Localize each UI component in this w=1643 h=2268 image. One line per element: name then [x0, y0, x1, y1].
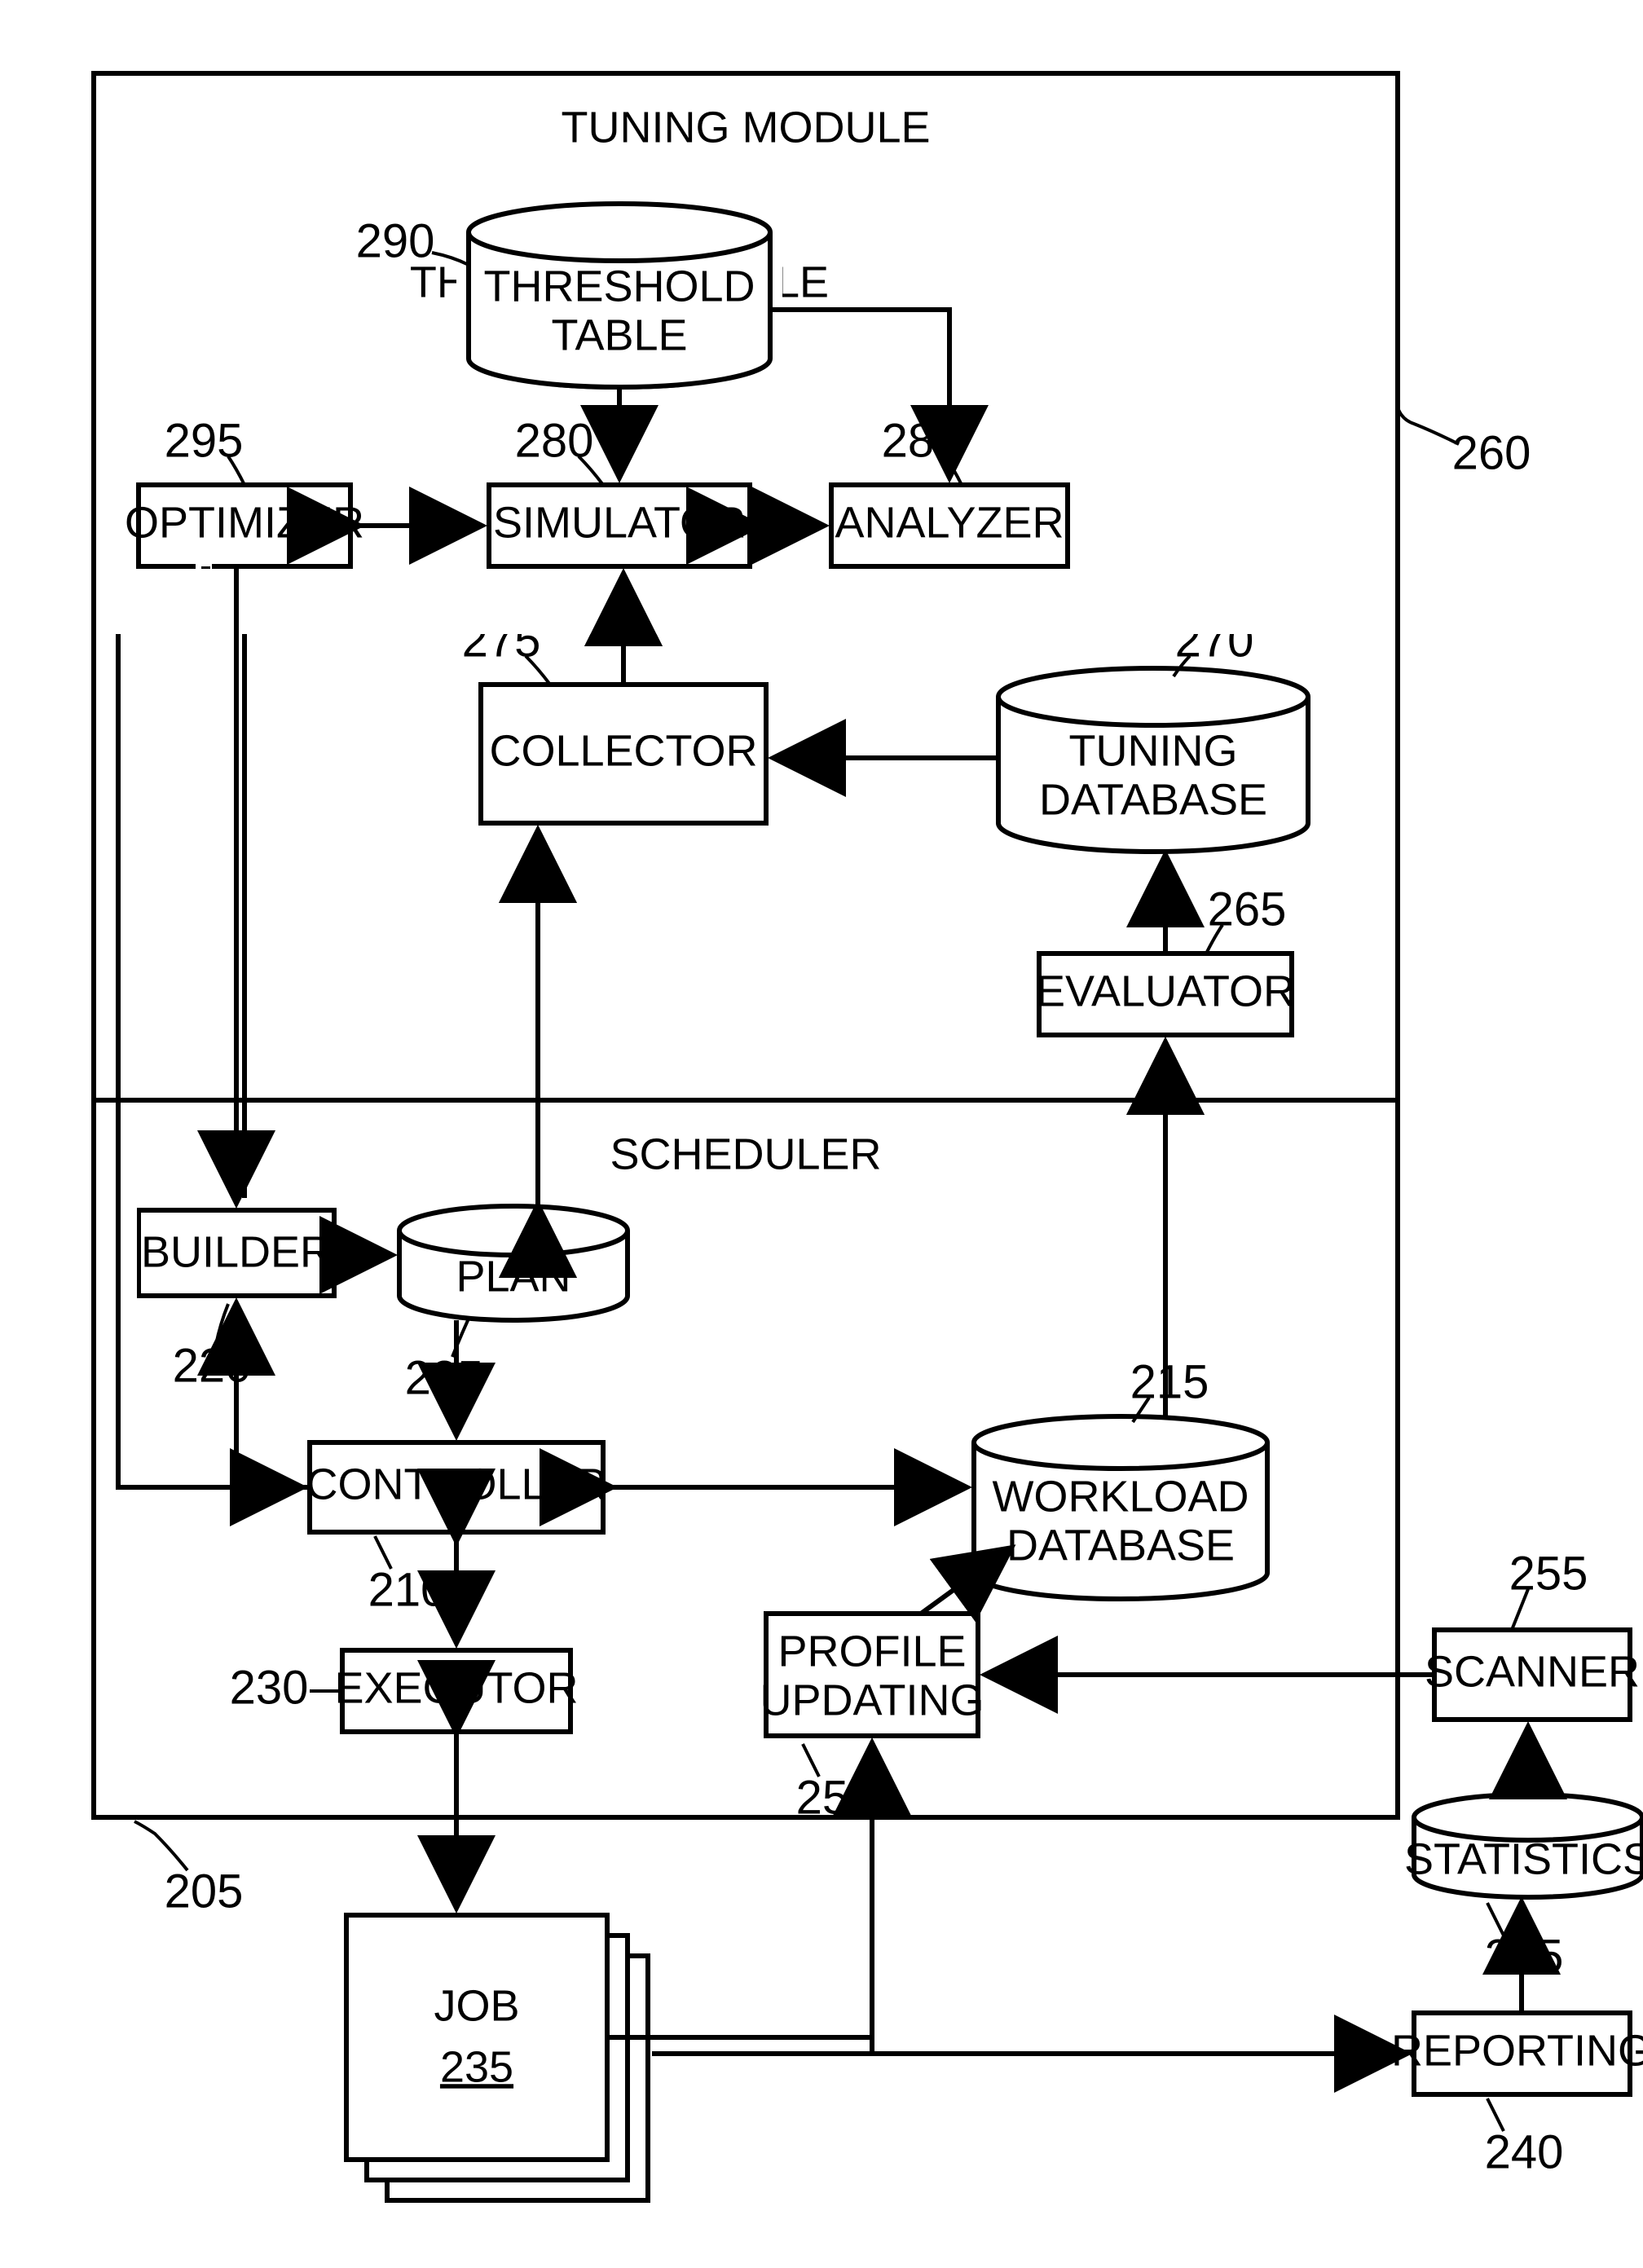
reporting-ref: 240: [1485, 2125, 1564, 2178]
svg-text:BUILDER: BUILDER: [141, 1227, 332, 1276]
svg-text:215: 215: [1130, 1355, 1209, 1408]
threshold-table-cylinder: THRESHOLD TABLE: [456, 200, 782, 387]
diagram-root: TUNING MODULE SCHEDULER THRESHOLD TABLE …: [0, 0, 1643, 2268]
simulator-label: SIMULATOR: [493, 498, 746, 547]
tuning-title: TUNING MODULE: [561, 103, 930, 152]
svg-text:SCHEDULER: SCHEDULER: [610, 1130, 881, 1178]
threshold-label-2: TABLE: [551, 310, 687, 359]
svg-text:CONTROLLER: CONTROLLER: [306, 1460, 606, 1508]
analyzer-label: ANALYZER: [835, 498, 1064, 547]
svg-text:EXECUTOR: EXECUTOR: [334, 1663, 578, 1712]
job-ref: 235: [440, 2042, 513, 2091]
tuning-ref: 260: [1452, 426, 1531, 479]
reporting-label: REPORTING: [1391, 2026, 1643, 2075]
svg-text:PROFILE: PROFILE: [777, 1627, 966, 1676]
threshold-ref: 290: [356, 214, 435, 267]
svg-text:225: 225: [405, 1351, 484, 1404]
svg-text:DATABASE: DATABASE: [1007, 1521, 1235, 1570]
svg-text:COLLECTOR: COLLECTOR: [489, 726, 757, 775]
svg-text:EVALUATOR: EVALUATOR: [1036, 967, 1295, 1015]
statistics-label: STATISTICS: [1404, 1834, 1643, 1883]
svg-text:230: 230: [230, 1661, 309, 1714]
svg-text:PLAN: PLAN: [456, 1252, 570, 1301]
svg-text:TUNING: TUNING: [1069, 726, 1238, 775]
threshold-label-1: THRESHOLD: [483, 262, 755, 310]
svg-text:UPDATING: UPDATING: [760, 1676, 984, 1724]
svg-text:WORKLOAD: WORKLOAD: [992, 1472, 1249, 1521]
scanner-label: SCANNER: [1425, 1647, 1640, 1696]
job-stack: JOB 235: [346, 1915, 648, 2200]
job-label: JOB: [434, 1981, 519, 2030]
scanner-ref: 255: [1509, 1547, 1588, 1600]
scheduler-ref: 205: [165, 1865, 244, 1918]
svg-text:210: 210: [368, 1563, 447, 1616]
statistics-cylinder: STATISTICS: [1404, 1795, 1643, 1897]
optimizer-label: OPTIMIZER: [125, 498, 364, 547]
svg-text:220: 220: [173, 1339, 252, 1392]
svg-text:DATABASE: DATABASE: [1039, 775, 1267, 824]
